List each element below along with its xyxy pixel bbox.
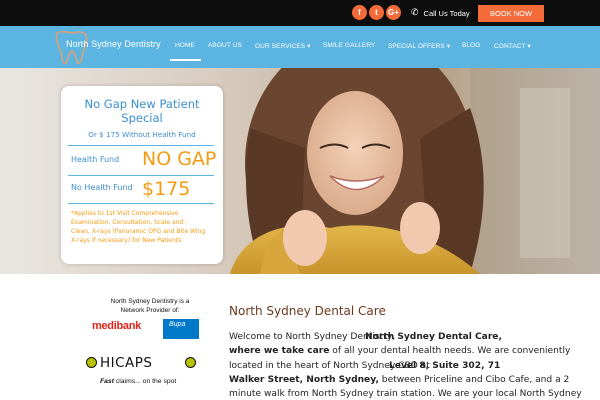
hicaps-tagline: Fast claims... on the spot: [100, 378, 176, 385]
body-text-rest: of all your dental health needs. We are …: [329, 346, 571, 356]
nav-our-services[interactable]: OUR SERVICES ▾: [255, 42, 310, 50]
twitter-icon[interactable]: t: [369, 5, 384, 20]
provider-text-line2: Network Provider of:: [120, 307, 180, 314]
active-nav-indicator: [170, 59, 201, 61]
health-fund-label: Health Fund: [71, 155, 120, 164]
nav-special-offers[interactable]: SPECIAL OFFERS ▾: [388, 42, 450, 50]
call-us-label: Call Us Today: [423, 8, 470, 18]
body-text-rest: between Priceline and Cibo Cafe, and a 2: [378, 375, 570, 385]
hicaps-dot-icon: [86, 357, 97, 368]
promo-divider: [68, 203, 214, 204]
health-fund-value: NO GAP: [142, 148, 217, 170]
promo-note-line: Clean, X-rays (Panoramic OPG and Bite Wi…: [71, 228, 206, 235]
promo-title-line2: Special: [121, 111, 163, 125]
logo-text[interactable]: North Sydney Dentistry: [66, 39, 161, 49]
no-health-fund-label: No Health Fund: [71, 183, 133, 192]
no-health-fund-value: $175: [142, 178, 191, 200]
body-text-bold-overlay: North Sydney Dental Care,: [365, 332, 502, 342]
body-text-line: where we take care of all your dental he…: [229, 346, 570, 356]
hicaps-tagline-bold: Fast: [100, 378, 114, 385]
promo-title: No Gap New Patient Special: [64, 97, 220, 125]
promo-note: *Applies to 1st Visit Comprehensive Exam…: [71, 209, 219, 245]
body-text-line: minute walk from North Sydney train stat…: [229, 389, 582, 399]
nav-smile-gallery[interactable]: SMILE GALLERY: [323, 42, 375, 49]
promo-note-line: Examination, Consultation, Scale and -: [71, 219, 188, 226]
promo-divider: [68, 175, 214, 176]
promo-note-line: X-rays if necessary) for New Patients: [71, 237, 182, 244]
body-text-bold-overlay: Level 8, Suite 302, 71: [389, 361, 501, 371]
google-plus-icon[interactable]: G+: [386, 5, 401, 20]
promo-subtitle: Or $ 175 Without Health Fund: [88, 130, 196, 139]
bupa-logo: Bupa: [163, 319, 199, 339]
body-text-line: Walker Street, North Sydney, between Pri…: [229, 375, 569, 385]
body-text-bold: where we take care: [229, 346, 330, 356]
call-us-link[interactable]: ✆ Call Us Today: [411, 6, 470, 20]
promo-title-line1: No Gap New Patient: [84, 97, 200, 111]
provider-text: North Sydney Dentistry is a Network Prov…: [95, 297, 205, 315]
nav-blog[interactable]: BLOG: [462, 42, 480, 49]
body-text-bold: Walker Street, North Sydney,: [229, 375, 379, 385]
medibank-logo: medibank: [92, 320, 141, 332]
hicaps-dot-icon: [185, 357, 196, 368]
promo-divider: [68, 145, 214, 146]
provider-text-line1: North Sydney Dentistry is a: [110, 298, 190, 305]
facebook-icon[interactable]: f: [352, 5, 367, 20]
nav-home[interactable]: HOME: [175, 42, 195, 49]
nav-contact[interactable]: CONTACT ▾: [494, 42, 531, 50]
section-title: North Sydney Dental Care: [229, 304, 386, 318]
book-now-button[interactable]: BOOK NOW: [478, 5, 544, 22]
promo-note-line: *Applies to 1st Visit Comprehensive: [71, 210, 179, 217]
phone-icon: ✆: [411, 8, 419, 18]
nav-about-us[interactable]: ABOUT US: [208, 42, 242, 49]
hicaps-tagline-rest: claims... on the spot: [113, 378, 177, 385]
hicaps-logo: HICAPS: [100, 355, 153, 371]
